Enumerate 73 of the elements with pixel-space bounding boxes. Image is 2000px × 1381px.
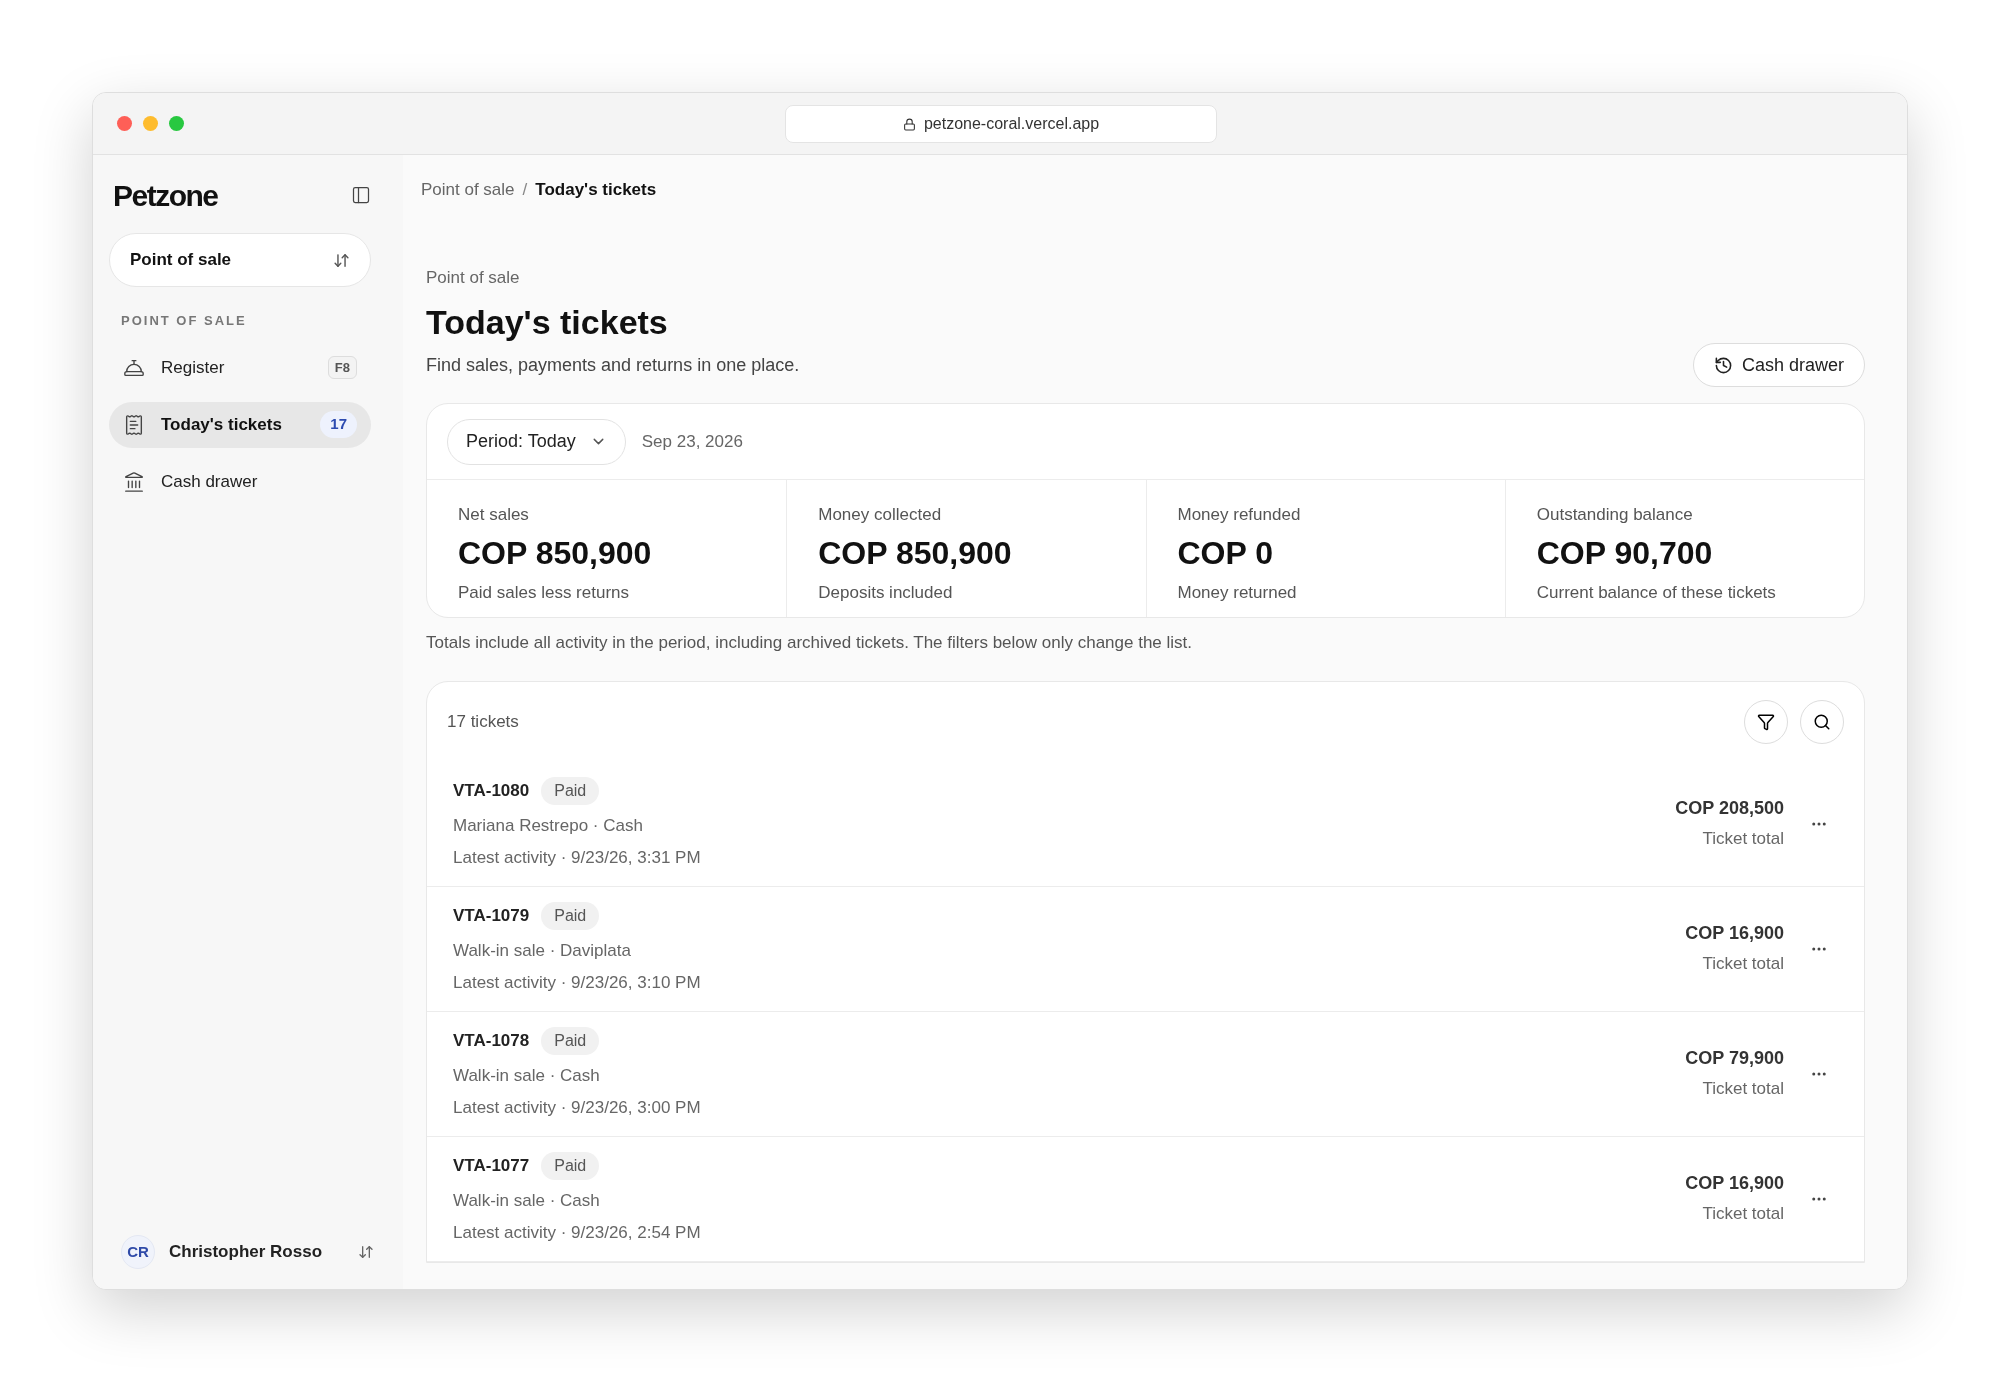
nav-label: Today's tickets <box>161 413 283 436</box>
lock-icon <box>902 117 916 131</box>
ticket-customer: Walk-in sale · Daviplata <box>453 940 632 962</box>
ticket-row[interactable]: VTA-1078 Paid Walk-in sale · Cash Latest activity · 9/23/26, 3:00 PM COP 79,900 Ticket total <box>427 1011 1864 1137</box>
page-subtitle: Find sales, payments and returns in one place. <box>426 354 800 377</box>
totals-footnote: Totals include all activity in the period, including archived tickets. The filters below only change the list. <box>426 632 1194 654</box>
nav-label: Cash drawer <box>161 470 259 493</box>
stat-value: COP 850,900 <box>458 533 653 572</box>
brand-logo: Petzone <box>113 177 218 214</box>
stat-value: COP 90,700 <box>1536 533 1714 572</box>
url-text: petzone-coral.vercel.app <box>923 114 1100 134</box>
ticket-customer: Walk-in sale · Cash <box>453 1065 601 1087</box>
bank-icon <box>123 470 145 493</box>
ticket-total: COP 79,900 <box>1685 1047 1784 1071</box>
stat-value: COP 0 <box>1177 533 1274 572</box>
stat-label: Outstanding balance <box>1536 504 1694 526</box>
ticket-row[interactable]: VTA-1080 Paid Mariana Restrepo · Cash Latest activity · 9/23/26, 3:31 PM COP 208,500 Ticket total <box>427 761 1864 887</box>
ticket-activity: Latest activity · 9/23/26, 3:31 PM <box>453 846 702 869</box>
stat-note: Deposits included <box>818 581 954 604</box>
nav-item[interactable]: Today's tickets 17 <box>109 401 371 448</box>
receipt-icon <box>123 413 145 436</box>
filter-icon <box>1757 712 1775 731</box>
ticket-id: VTA-1079 <box>453 905 530 928</box>
ticket-row[interactable]: VTA-1079 Paid Walk-in sale · Daviplata Latest activity · 9/23/26, 3:10 PM COP 16,900 Ticket total <box>427 886 1864 1012</box>
ticket-id: VTA-1078 <box>453 1030 530 1053</box>
ticket-total-label: Ticket total <box>1702 828 1784 851</box>
nav-label: Register <box>161 356 226 379</box>
user-name: Christopher Rosso <box>169 1241 323 1264</box>
ticket-total-label: Ticket total <box>1702 1078 1784 1101</box>
sort-icon <box>333 251 350 269</box>
sidebar-toggle-icon[interactable] <box>351 185 371 205</box>
nav-item[interactable]: Cash drawer <box>109 458 371 505</box>
status-badge: Paid <box>541 902 600 930</box>
period-date: Sep 23, 2026 <box>641 430 743 453</box>
breadcrumb-separator: / <box>522 179 528 201</box>
ticket-customer: Walk-in sale · Cash <box>453 1190 601 1212</box>
breadcrumb-link[interactable]: Point of sale <box>421 177 515 203</box>
ticket-activity: Latest activity · 9/23/26, 3:10 PM <box>453 971 702 994</box>
stat-note: Paid sales less returns <box>458 581 631 604</box>
ticket-total: COP 16,900 <box>1685 1172 1784 1196</box>
address-bar[interactable]: petzone-coral.vercel.app <box>785 105 1217 143</box>
ticket-activity: Latest activity · 9/23/26, 3:00 PM <box>453 1096 702 1119</box>
ticket-count: 17 tickets <box>447 710 519 733</box>
workspace-switcher[interactable]: Point of sale <box>109 233 371 287</box>
stat-label: Money refunded <box>1177 504 1302 526</box>
stat-value: COP 850,900 <box>818 533 1013 572</box>
stat-label: Net sales <box>458 504 530 526</box>
status-badge: Paid <box>541 1152 600 1180</box>
ticket-activity: Latest activity · 9/23/26, 2:54 PM <box>453 1221 702 1244</box>
page-eyebrow: Point of sale <box>426 266 521 289</box>
ticket-row[interactable]: VTA-1077 Paid Walk-in sale · Cash Latest activity · 9/23/26, 2:54 PM COP 16,900 Ticket total <box>427 1136 1864 1262</box>
count-badge: 17 <box>320 411 357 438</box>
ticket-total-label: Ticket total <box>1702 953 1784 976</box>
stat-note: Current balance of these tickets <box>1536 581 1777 604</box>
sort-icon[interactable] <box>358 1244 375 1260</box>
page-title: Today's tickets <box>426 302 669 342</box>
stat-note: Money returned <box>1177 581 1298 604</box>
ticket-total: COP 16,900 <box>1685 922 1784 946</box>
stat-label: Money collected <box>818 504 943 526</box>
ticket-total-label: Ticket total <box>1702 1203 1784 1226</box>
user-avatar: CR <box>121 1235 155 1269</box>
ticket-id: VTA-1077 <box>453 1155 530 1178</box>
status-badge: Paid <box>541 777 600 805</box>
search-icon <box>1813 712 1831 731</box>
ticket-id: VTA-1080 <box>453 780 530 803</box>
section-label: POINT OF SALE <box>120 312 248 330</box>
history-icon <box>1713 355 1733 375</box>
cash-drawer-button[interactable]: Cash drawer <box>1692 343 1865 387</box>
ticket-customer: Mariana Restrepo · Cash <box>453 815 644 837</box>
ticket-total: COP 208,500 <box>1675 797 1784 821</box>
shortcut-key: F8 <box>327 355 357 380</box>
status-badge: Paid <box>541 1027 600 1055</box>
nav-item[interactable]: Register F8 <box>109 344 371 391</box>
